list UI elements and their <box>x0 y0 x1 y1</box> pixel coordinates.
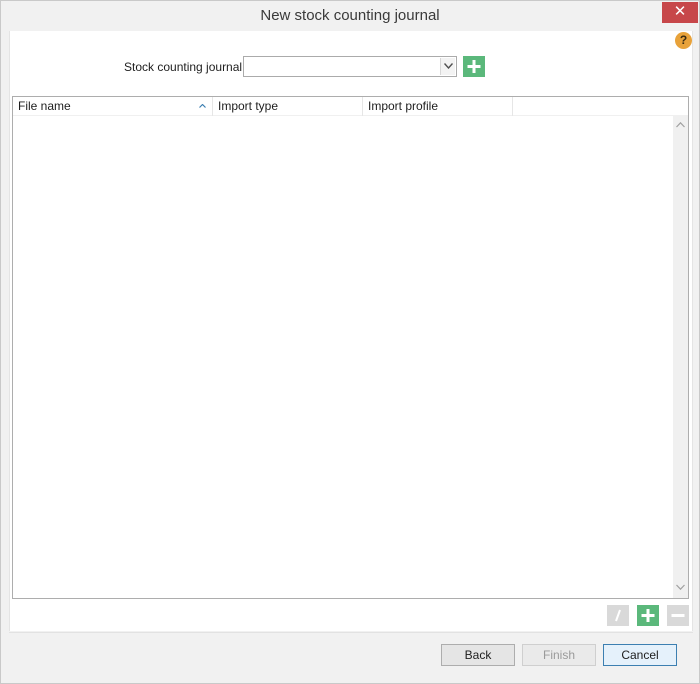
help-icon[interactable]: ? <box>675 32 692 49</box>
window-title: New stock counting journal <box>260 7 440 24</box>
column-header-import-profile[interactable]: Import profile <box>363 97 513 116</box>
add-journal-button[interactable] <box>463 56 485 77</box>
close-icon: ✕ <box>673 3 687 20</box>
grid-header: File name Import type Import profile <box>13 97 688 116</box>
column-header-import-type[interactable]: Import type <box>213 97 363 116</box>
back-button[interactable]: Back <box>441 644 515 666</box>
chevron-up-icon[interactable] <box>676 122 685 128</box>
files-grid[interactable]: File name Import type Import profile <box>12 96 689 599</box>
dropdown-arrow-button[interactable] <box>440 58 455 75</box>
remove-file-button[interactable] <box>667 605 689 626</box>
vertical-scrollbar[interactable] <box>673 116 688 598</box>
title-bar: New stock counting journal ✕ <box>1 1 699 31</box>
column-label: File name <box>18 99 71 113</box>
finish-button[interactable]: Finish <box>522 644 596 666</box>
sort-ascending-icon <box>199 104 206 108</box>
column-label: Import profile <box>368 99 439 113</box>
add-file-button[interactable] <box>637 605 659 626</box>
chevron-down-icon <box>444 63 453 69</box>
chevron-down-icon[interactable] <box>676 584 685 590</box>
dialog-window: New stock counting journal ✕ ? Stock cou… <box>0 0 700 684</box>
plus-icon <box>641 609 655 622</box>
close-button[interactable]: ✕ <box>662 2 698 23</box>
column-header-file-name[interactable]: File name <box>13 97 213 116</box>
journal-select[interactable] <box>243 56 457 77</box>
column-label: Import type <box>218 99 279 113</box>
minus-icon <box>671 614 685 617</box>
edit-file-button[interactable] <box>607 605 629 626</box>
cancel-button[interactable]: Cancel <box>603 644 677 666</box>
journal-label: Stock counting journal: <box>124 60 246 74</box>
edit-icon <box>615 609 621 622</box>
plus-icon <box>467 60 481 73</box>
